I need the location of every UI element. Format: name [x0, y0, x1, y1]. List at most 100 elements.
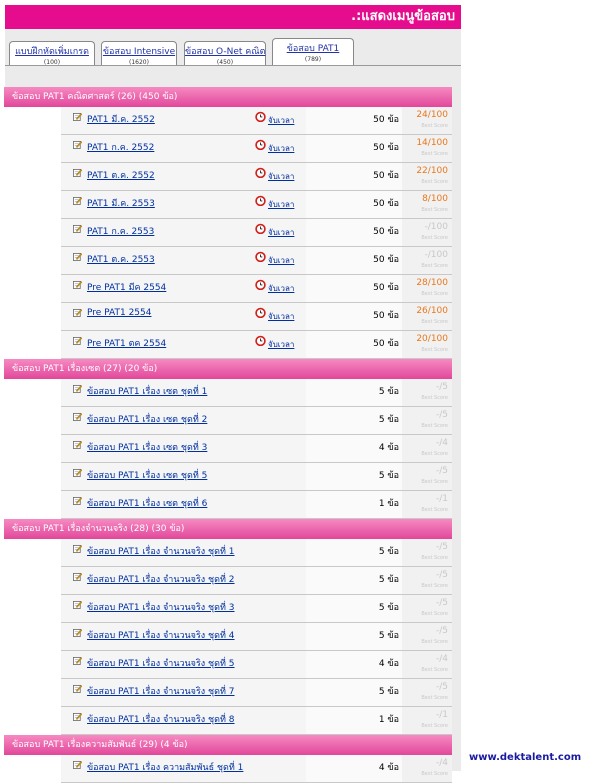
tab-label: ข้อสอบ Intensive: [102, 47, 176, 57]
timer-icon: [255, 167, 266, 178]
tab-onet[interactable]: ข้อสอบ O-Net คณิต (450): [184, 41, 266, 66]
question-count: 4 ข้อ: [378, 443, 399, 453]
exam-link[interactable]: ข้อสอบ PAT1 เรื่อง เซต ชุดที่ 6: [87, 496, 207, 510]
best-score-label: Best Score: [421, 479, 448, 485]
exam-list: ข้อสอบ PAT1 คณิตศาสตร์ (26) (450 ข้อ) PAT…: [4, 87, 452, 783]
timer-icon: [255, 139, 266, 150]
row-indent: [4, 275, 61, 303]
exam-link[interactable]: PAT1 ต.ค. 2553: [87, 252, 155, 266]
row-indent: [4, 623, 61, 651]
timer-link[interactable]: จับเวลา: [268, 114, 294, 127]
exam-row: ข้อสอบ PAT1 เรื่อง เซต ชุดที่ 6 1 ข้อ -/1 B…: [4, 491, 452, 519]
exam-link[interactable]: ข้อสอบ PAT1 เรื่อง เซต ชุดที่ 5: [87, 468, 207, 482]
timer-link[interactable]: จับเวลา: [268, 254, 294, 267]
timer-link[interactable]: จับเวลา: [268, 170, 294, 183]
edit-icon: [73, 308, 82, 317]
exam-row: Pre PAT1 มีค 2554 จับเวลา 50 ข้อ 28/100 Best…: [4, 275, 452, 303]
exam-link[interactable]: Pre PAT1 มีค 2554: [87, 280, 166, 294]
exam-link[interactable]: ข้อสอบ PAT1 เรื่อง เซต ชุดที่ 3: [87, 440, 207, 454]
best-score-value: 26/100: [416, 306, 448, 316]
best-score-value: -/100: [424, 222, 448, 232]
exam-link[interactable]: ข้อสอบ PAT1 เรื่อง เซต ชุดที่ 2: [87, 412, 207, 426]
row-indent: [4, 567, 61, 595]
exam-link[interactable]: ข้อสอบ PAT1 เรื่อง จำนวนจริง ชุดที่ 3: [87, 600, 235, 614]
question-count: 4 ข้อ: [378, 659, 399, 669]
question-count: 50 ข้อ: [373, 339, 399, 349]
best-score-label: Best Score: [421, 123, 448, 129]
question-count: 1 ข้อ: [378, 499, 399, 509]
exam-row: PAT1 ก.ค. 2552 จับเวลา 50 ข้อ 14/100 Best Sc…: [4, 135, 452, 163]
exam-row: PAT1 ต.ค. 2552 จับเวลา 50 ข้อ 22/100 Best Sc…: [4, 163, 452, 191]
row-indent: [4, 379, 61, 407]
question-count: 5 ข้อ: [378, 471, 399, 481]
row-indent: [4, 135, 61, 163]
best-score-label: Best Score: [421, 179, 448, 185]
row-indent: [4, 755, 61, 783]
exam-link[interactable]: PAT1 มี.ค. 2552: [87, 112, 155, 126]
question-count: 4 ข้อ: [378, 763, 399, 773]
edit-icon: [73, 572, 82, 581]
exam-link[interactable]: ข้อสอบ PAT1 เรื่อง จำนวนจริง ชุดที่ 1: [87, 544, 235, 558]
tab-grade-exercises[interactable]: แบบฝึกหัดเพิ่มเกรด (100): [9, 41, 95, 66]
exam-row: ข้อสอบ PAT1 เรื่อง เซต ชุดที่ 2 5 ข้อ -/5 B…: [4, 407, 452, 435]
question-count: 50 ข้อ: [373, 227, 399, 237]
edit-icon: [73, 224, 82, 233]
exam-link[interactable]: ข้อสอบ PAT1 เรื่อง ความสัมพันธ์ ชุดที่ 1: [87, 760, 243, 774]
exam-link[interactable]: PAT1 ก.ค. 2552: [87, 140, 154, 154]
exam-link[interactable]: Pre PAT1 ตค 2554: [87, 336, 166, 350]
row-indent: [4, 707, 61, 735]
tab-divider: [5, 65, 461, 66]
best-score-label: Best Score: [421, 695, 448, 701]
timer-icon: [255, 251, 266, 262]
tab-label: แบบฝึกหัดเพิ่มเกรด: [15, 47, 89, 57]
exam-row: ข้อสอบ PAT1 เรื่อง จำนวนจริง ชุดที่ 7 5 ข…: [4, 679, 452, 707]
timer-link[interactable]: จับเวลา: [268, 142, 294, 155]
best-score-value: -/5: [435, 410, 448, 420]
edit-icon: [73, 684, 82, 693]
question-count: 5 ข้อ: [378, 603, 399, 613]
exam-row: ข้อสอบ PAT1 เรื่อง จำนวนจริง ชุดที่ 5 4 ข…: [4, 651, 452, 679]
tab-label: ข้อสอบ PAT1: [286, 44, 340, 54]
tab-pat1[interactable]: ข้อสอบ PAT1 (789): [272, 38, 354, 66]
timer-link[interactable]: จับเวลา: [268, 282, 294, 295]
exam-link[interactable]: PAT1 ก.ค. 2553: [87, 224, 154, 238]
edit-icon: [73, 196, 82, 205]
best-score-value: -/5: [435, 626, 448, 636]
question-count: 5 ข้อ: [378, 575, 399, 585]
exam-link[interactable]: ข้อสอบ PAT1 เรื่อง จำนวนจริง ชุดที่ 4: [87, 628, 235, 642]
best-score-value: 8/100: [422, 194, 448, 204]
exam-link[interactable]: ข้อสอบ PAT1 เรื่อง จำนวนจริง ชุดที่ 5: [87, 656, 235, 670]
question-count: 50 ข้อ: [373, 115, 399, 125]
row-indent: [4, 407, 61, 435]
best-score-value: 22/100: [416, 166, 448, 176]
tab-intensive[interactable]: ข้อสอบ Intensive (1620): [101, 41, 177, 66]
best-score-label: Best Score: [421, 451, 448, 457]
timer-link[interactable]: จับเวลา: [268, 338, 294, 351]
exam-row: ข้อสอบ PAT1 เรื่อง เซต ชุดที่ 5 5 ข้อ -/5 B…: [4, 463, 452, 491]
best-score-label: Best Score: [421, 207, 448, 213]
row-indent: [4, 163, 61, 191]
row-indent: [4, 191, 61, 219]
page-title: .:แสดงเมนูข้อสอบ: [5, 5, 461, 29]
exam-link[interactable]: PAT1 ต.ค. 2552: [87, 168, 155, 182]
timer-icon: [255, 335, 266, 346]
edit-icon: [73, 280, 82, 289]
row-indent: [4, 331, 61, 359]
best-score-value: -/5: [435, 382, 448, 392]
exam-link[interactable]: Pre PAT1 2554: [87, 308, 151, 318]
edit-icon: [73, 112, 82, 121]
row-indent: [4, 651, 61, 679]
exam-link[interactable]: ข้อสอบ PAT1 เรื่อง จำนวนจริง ชุดที่ 7: [87, 684, 235, 698]
exam-link[interactable]: ข้อสอบ PAT1 เรื่อง จำนวนจริง ชุดที่ 8: [87, 712, 235, 726]
timer-link[interactable]: จับเวลา: [268, 198, 294, 211]
timer-link[interactable]: จับเวลา: [268, 226, 294, 239]
exam-link[interactable]: ข้อสอบ PAT1 เรื่อง จำนวนจริง ชุดที่ 2: [87, 572, 235, 586]
edit-icon: [73, 336, 82, 345]
section-header: ข้อสอบ PAT1 เรื่องความสัมพันธ์ (29) (4 ข…: [4, 735, 452, 755]
exam-link[interactable]: PAT1 มี.ค. 2553: [87, 196, 155, 210]
best-score-value: -/1: [435, 494, 448, 504]
timer-link[interactable]: จับเวลา: [268, 310, 294, 323]
best-score-value: -/5: [435, 570, 448, 580]
best-score-label: Best Score: [421, 771, 448, 777]
exam-link[interactable]: ข้อสอบ PAT1 เรื่อง เซต ชุดที่ 1: [87, 384, 207, 398]
